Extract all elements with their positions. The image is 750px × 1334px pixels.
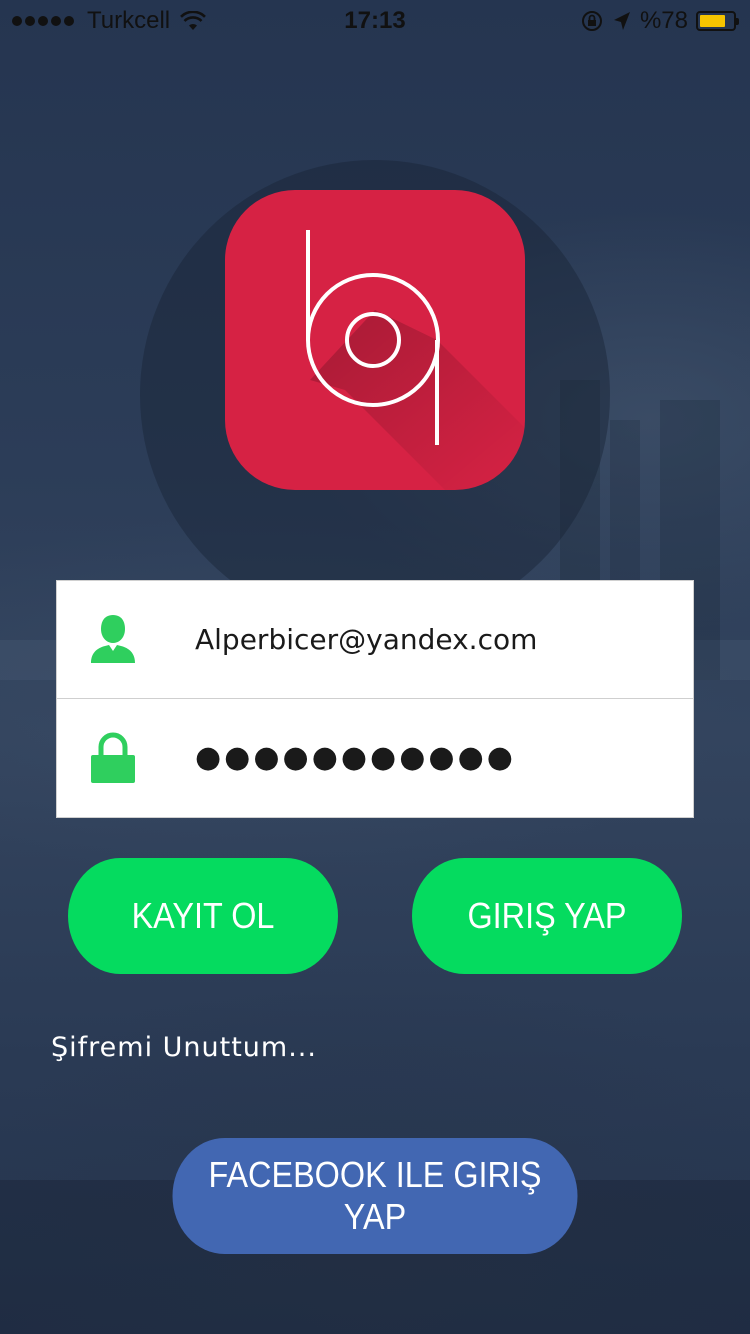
battery-percentage: %78	[639, 7, 688, 34]
password-value: ●●●●●●●●●●●	[195, 740, 516, 775]
orientation-lock-icon	[581, 11, 602, 31]
login-button[interactable]: GIRIŞ YAP	[412, 858, 682, 974]
status-right: %78	[580, 7, 739, 35]
password-field[interactable]: ●●●●●●●●●●●	[57, 699, 693, 816]
facebook-login-button[interactable]: FACEBOOK ILE GIRIŞ YAP	[172, 1138, 578, 1254]
battery-level	[700, 15, 725, 27]
forgot-password-link[interactable]: Şifremi Unuttum...	[51, 1032, 317, 1063]
lock-icon	[91, 732, 135, 783]
status-bar: Turkcell 17:13 %78	[0, 0, 750, 40]
location-arrow-icon	[613, 12, 630, 30]
app-logo-icon	[225, 190, 525, 490]
email-field[interactable]: Alperbicer@yandex.com	[57, 581, 693, 699]
login-form: Alperbicer@yandex.com ●●●●●●●●●●●	[56, 580, 694, 818]
battery-icon	[696, 11, 739, 31]
email-value: Alperbicer@yandex.com	[195, 623, 538, 656]
user-icon	[91, 615, 135, 663]
register-button[interactable]: KAYIT OL	[68, 858, 338, 974]
